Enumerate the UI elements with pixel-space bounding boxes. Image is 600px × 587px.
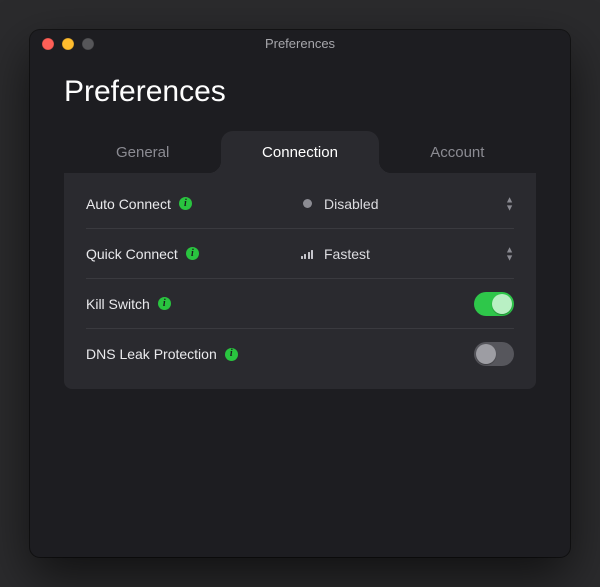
chevron-updown-icon: ▲▼	[505, 246, 514, 261]
tab-connection[interactable]: Connection	[221, 131, 378, 173]
row-label-text: DNS Leak Protection	[86, 346, 217, 362]
select-value: Disabled	[324, 196, 378, 212]
page-title: Preferences	[64, 75, 536, 109]
row-quick-connect: Quick Connect i Fastest ▲▼	[86, 229, 514, 279]
row-label: Auto Connect i	[86, 196, 300, 212]
tab-account[interactable]: Account	[379, 131, 536, 173]
connection-panel: Auto Connect i Disabled ▲▼ Quick Connect…	[64, 173, 536, 389]
toggle-knob	[492, 294, 512, 314]
info-icon[interactable]: i	[186, 247, 199, 260]
row-label: Kill Switch i	[86, 296, 300, 312]
dns-leak-protection-toggle[interactable]	[474, 342, 514, 366]
row-label-text: Auto Connect	[86, 196, 171, 212]
signal-bars-icon	[300, 249, 314, 259]
quick-connect-select[interactable]: Fastest ▲▼	[300, 246, 514, 262]
row-dns-leak-protection: DNS Leak Protection i	[86, 329, 514, 379]
window-title: Preferences	[30, 36, 570, 51]
row-auto-connect: Auto Connect i Disabled ▲▼	[86, 179, 514, 229]
info-icon[interactable]: i	[179, 197, 192, 210]
select-value: Fastest	[324, 246, 370, 262]
tab-general[interactable]: General	[64, 131, 221, 173]
window-controls	[30, 38, 94, 50]
chevron-updown-icon: ▲▼	[505, 196, 514, 211]
tab-bar: General Connection Account	[64, 131, 536, 173]
info-icon[interactable]: i	[225, 348, 238, 361]
row-label: DNS Leak Protection i	[86, 346, 300, 362]
close-icon[interactable]	[42, 38, 54, 50]
preferences-window: Preferences Preferences General Connecti…	[30, 30, 570, 557]
row-label-text: Kill Switch	[86, 296, 150, 312]
fullscreen-icon[interactable]	[82, 38, 94, 50]
auto-connect-select[interactable]: Disabled ▲▼	[300, 196, 514, 212]
titlebar: Preferences	[30, 30, 570, 57]
toggle-knob	[476, 344, 496, 364]
info-icon[interactable]: i	[158, 297, 171, 310]
row-label-text: Quick Connect	[86, 246, 178, 262]
row-label: Quick Connect i	[86, 246, 300, 262]
content-area: Preferences General Connection Account A…	[30, 57, 570, 557]
disabled-dot-icon	[300, 199, 314, 208]
minimize-icon[interactable]	[62, 38, 74, 50]
row-kill-switch: Kill Switch i	[86, 279, 514, 329]
kill-switch-toggle[interactable]	[474, 292, 514, 316]
